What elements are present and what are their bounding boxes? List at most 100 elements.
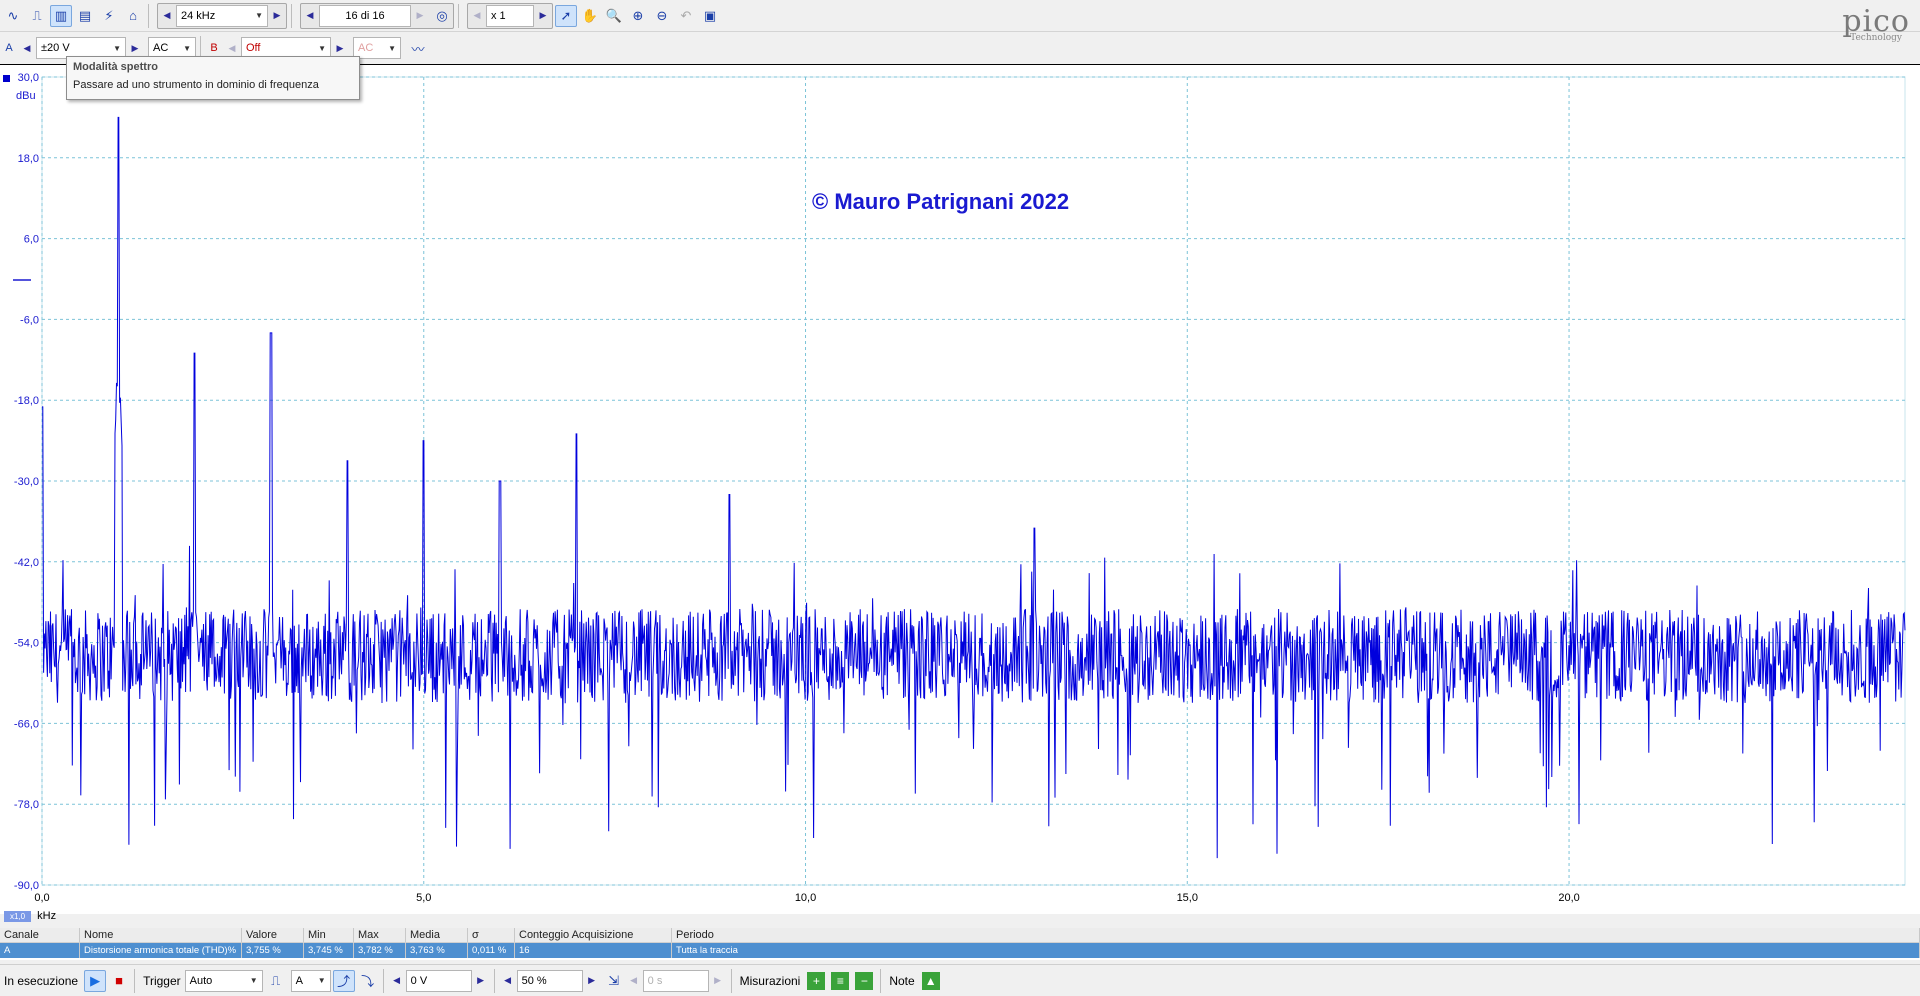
- channel-a-coupling-value: AC: [153, 42, 169, 54]
- pretrigger-value: 50 %: [521, 974, 547, 987]
- pretrigger-prev-arrow[interactable]: ◀: [499, 969, 517, 993]
- measurements-header-cell[interactable]: Valore: [242, 928, 304, 942]
- separator: [458, 3, 459, 28]
- channel-a-range-value: ±20 V: [41, 42, 70, 54]
- hand-icon[interactable]: ✋: [579, 5, 601, 27]
- separator: [493, 968, 495, 993]
- undo-zoom-icon[interactable]: ↶: [675, 5, 697, 27]
- x-tick-label: 20,0: [1558, 892, 1579, 904]
- trigger-channel-select[interactable]: A ▼: [290, 969, 331, 992]
- trigger-advanced-icon[interactable]: ⎍: [265, 970, 287, 992]
- channel-options-icon[interactable]: ▤: [74, 5, 96, 27]
- zoom-out-icon[interactable]: ⊖: [651, 5, 673, 27]
- capture-next-arrow[interactable]: ▶: [411, 4, 429, 28]
- measurements-body: A Distorsione armonica totale (THD)% 3,755…: [0, 943, 1920, 958]
- zoom-prev-arrow[interactable]: ◀: [468, 4, 486, 28]
- stop-icon[interactable]: ■: [108, 970, 130, 992]
- y-tick-label: -90,0: [14, 880, 39, 892]
- home-icon[interactable]: ⌂: [122, 5, 144, 27]
- measurements-header-cell[interactable]: Nome: [80, 928, 242, 942]
- measurements-header-cell[interactable]: Conteggio Acquisizione: [515, 928, 672, 942]
- delay-next-arrow[interactable]: ▶: [709, 969, 727, 993]
- persistence-mode-icon[interactable]: ⎍: [26, 5, 48, 27]
- measurements-cell: 3,782 %: [354, 943, 406, 958]
- notes-label: Note: [889, 973, 915, 988]
- zoom-in-icon[interactable]: ⊕: [627, 5, 649, 27]
- y-tick-label: 30,0: [18, 72, 39, 84]
- measurements-header-cell[interactable]: Min: [304, 928, 354, 942]
- spectrum-plot[interactable]: 30,0 18,0 6,0 -6,0 -18,0 -30,0 -42,0 -54,0 -66,0…: [0, 65, 1920, 915]
- capture-prev-arrow[interactable]: ◀: [301, 4, 319, 28]
- spectrum-mode-tooltip: Modalità spettro Passare ad uno strument…: [66, 56, 360, 100]
- trigger-level-prev-arrow[interactable]: ◀: [388, 969, 406, 993]
- trigger-level-input[interactable]: 0 V: [405, 969, 472, 992]
- compass-icon[interactable]: ◎: [431, 5, 453, 27]
- x-tick-label: 15,0: [1177, 892, 1198, 904]
- logo-sub: Technology: [1850, 33, 1902, 43]
- tooltip-body: Passare ad uno strumento in dominio di f…: [73, 79, 319, 91]
- channel-a-label[interactable]: A: [0, 37, 18, 59]
- chevron-down-icon: ▼: [249, 976, 258, 985]
- channel-b-coupling-select[interactable]: AC ▼: [353, 37, 401, 59]
- x-axis-ticks: 0,0 5,0 10,0 15,0 20,0: [34, 892, 1579, 904]
- zoom-overview-icon[interactable]: ▣: [699, 5, 721, 27]
- trigger-level-next-arrow[interactable]: ▶: [472, 969, 490, 993]
- y-unit-label: dBu: [16, 90, 36, 102]
- timebase-select[interactable]: 24 kHz ▼: [176, 4, 268, 27]
- measurements-header-cell[interactable]: Media: [406, 928, 468, 942]
- zoom-area-icon[interactable]: 🔍: [603, 5, 625, 27]
- delay-icon[interactable]: ⇲: [603, 970, 625, 992]
- spectrum-trace: [42, 116, 1906, 859]
- pointer-icon[interactable]: ➚: [555, 4, 577, 27]
- remove-measurement-icon[interactable]: −: [855, 971, 874, 990]
- chevron-down-icon: ▼: [255, 11, 263, 20]
- main-toolbar: ∿ ⎍ ▥ ▤ ⚡ ⌂ ◀ 24 kHz ▼ ▶ ◀ 16 di 16 ▶ ◎ …: [0, 0, 1920, 32]
- pretrigger-next-arrow[interactable]: ▶: [583, 969, 601, 993]
- play-icon[interactable]: ▶: [84, 969, 107, 992]
- spectrum-mode-icon[interactable]: ▥: [50, 4, 72, 27]
- channel-a-marker: [3, 75, 10, 82]
- y-tick-label: -6,0: [20, 314, 39, 326]
- trigger-mode-value: Auto: [189, 974, 213, 987]
- trigger-label: Trigger: [143, 973, 181, 988]
- trigger-mode-select[interactable]: Auto ▼: [184, 969, 263, 992]
- measurements-cell: Tutta la traccia: [672, 943, 1920, 958]
- measurements-header-cell[interactable]: σ: [468, 928, 515, 942]
- delay-prev-arrow[interactable]: ◀: [625, 969, 643, 993]
- chevron-down-icon: ▼: [318, 43, 326, 53]
- y-tick-label: -66,0: [14, 718, 39, 730]
- timebase-value: 24 kHz: [181, 9, 216, 22]
- range-a-prev-arrow[interactable]: ◀: [18, 36, 36, 60]
- spectrum-view[interactable]: 30,0 18,0 6,0 -6,0 -18,0 -30,0 -42,0 -54,0 -66,0…: [0, 64, 1920, 914]
- timebase-next-arrow[interactable]: ▶: [268, 4, 286, 28]
- measurements-cell: 3,745 %: [304, 943, 354, 958]
- math-channel-icon[interactable]: 〰: [407, 37, 429, 59]
- edit-measurement-icon[interactable]: ≡: [831, 971, 850, 990]
- y-tick-label: -42,0: [14, 557, 39, 569]
- zoom-factor[interactable]: x 1: [486, 4, 534, 27]
- falling-edge-icon[interactable]: ⤵: [357, 970, 379, 992]
- x-zoom-badge: x1,0: [4, 910, 32, 922]
- notes-icon[interactable]: ▲: [921, 971, 940, 990]
- separator: [880, 968, 882, 993]
- add-measurement-icon[interactable]: +: [807, 971, 826, 990]
- trigger-level-value: 0 V: [410, 974, 428, 987]
- capture-counter[interactable]: 16 di 16: [319, 4, 411, 27]
- measurements-cell: 0,011 %: [468, 943, 515, 958]
- measurements-header-cell[interactable]: Periodo: [672, 928, 1920, 942]
- status-bar: In esecuzione ▶ ■ Trigger Auto ▼ ⎍ A ▼ ⤴…: [0, 964, 1920, 996]
- measurements-header-cell[interactable]: Canale: [0, 928, 80, 942]
- delay-input[interactable]: 0 s: [642, 969, 709, 992]
- measurements-header-cell[interactable]: Max: [354, 928, 406, 942]
- x-tick-label: 10,0: [795, 892, 816, 904]
- measurements-row[interactable]: A Distorsione armonica totale (THD)% 3,755…: [0, 943, 1920, 958]
- scope-mode-icon[interactable]: ∿: [2, 5, 24, 27]
- y-tick-label: 18,0: [18, 153, 39, 165]
- measurements-cell: 3,763 %: [406, 943, 468, 958]
- probe-icon[interactable]: ⚡: [98, 5, 120, 27]
- x-unit-row: x1,0 kHz: [4, 909, 56, 923]
- rising-edge-icon[interactable]: ⤴: [332, 969, 355, 992]
- timebase-prev-arrow[interactable]: ◀: [158, 4, 176, 28]
- zoom-next-arrow[interactable]: ▶: [534, 4, 552, 28]
- pretrigger-input[interactable]: 50 %: [516, 969, 583, 992]
